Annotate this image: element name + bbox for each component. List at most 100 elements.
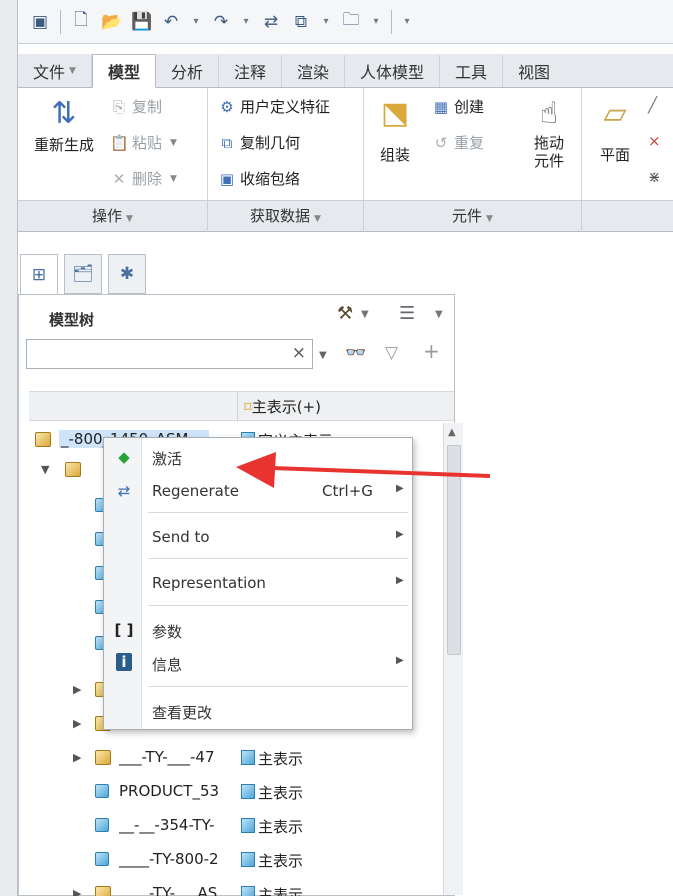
quick-access-toolbar: ▣ 🗋 📂 💾 ↶ ▾ ↷ ▾ ⇄ ⧉ ▾ 🗀 ▾ ▾: [18, 0, 673, 44]
toolbar-separator: [60, 9, 61, 34]
group-label-operations[interactable]: 操作 ▼: [18, 201, 208, 232]
copy-button[interactable]: ⎘ 复制: [110, 96, 162, 117]
tab-tools[interactable]: 工具: [440, 55, 504, 87]
repeat-button[interactable]: ↺ 重复: [432, 132, 484, 153]
filter-icon[interactable]: ▽: [385, 343, 398, 363]
group-component: ⬔ 组装 ▦ 创建 ↺ 重复 ☝ 拖动 元件: [364, 88, 582, 200]
tab-model-tree[interactable]: ⊞: [20, 254, 58, 296]
close-window-icon[interactable]: 🗀: [341, 7, 361, 36]
customize-toolbar-icon[interactable]: ▾: [402, 16, 412, 27]
expand-icon[interactable]: ▶: [73, 751, 81, 764]
assemble-button[interactable]: ⬔ 组装: [372, 94, 418, 165]
tree-row[interactable]: ▶ ___-TY-___-47 主表示: [19, 743, 424, 773]
tab-favorites[interactable]: ✱: [108, 254, 146, 294]
tree-row[interactable]: ▶ ____-TY-___AS 主表示: [19, 879, 424, 896]
tab-folder-browser[interactable]: 🗂: [64, 254, 102, 294]
scroll-up-icon[interactable]: ▲: [448, 427, 456, 438]
menu-separator: [148, 558, 408, 559]
regenerate-button[interactable]: ⇅ 重新生成: [26, 94, 102, 155]
binoculars-icon[interactable]: 👓: [345, 343, 366, 363]
menu-item-activate[interactable]: ◆ 激活: [104, 442, 412, 472]
axis-icon[interactable]: ╱: [648, 96, 657, 114]
tab-view[interactable]: 视图: [503, 55, 565, 87]
user-defined-feature-button[interactable]: ⚙ 用户定义特征: [218, 96, 330, 117]
tree-row[interactable]: __-__-354-TY- 主表示: [19, 811, 424, 841]
copy-icon: ⎘: [112, 97, 125, 116]
regenerate-label: 重新生成: [33, 136, 94, 154]
submenu-arrow-icon: ▶: [396, 575, 404, 586]
group-label-component[interactable]: 元件 ▼: [364, 201, 582, 232]
tab-model[interactable]: 模型: [91, 54, 156, 88]
create-label: 创建: [454, 98, 485, 116]
plane-button[interactable]: ▱ 平面: [590, 94, 640, 165]
assembly-icon: [65, 462, 81, 477]
save-icon[interactable]: 💾: [131, 12, 152, 32]
parameters-icon: [ ]: [114, 621, 134, 639]
undo-dropdown-icon[interactable]: ▾: [191, 16, 201, 27]
drag-components-button[interactable]: ☝ 拖动 元件: [524, 94, 574, 170]
tree-settings-icon[interactable]: ⚒: [337, 303, 353, 324]
tab-annotate[interactable]: 注释: [219, 55, 282, 87]
udf-label: 用户定义特征: [240, 98, 331, 116]
assemble-label: 组装: [379, 146, 410, 164]
tree-column-header: ⌑主表示(+): [29, 391, 454, 422]
tab-analysis[interactable]: 分析: [156, 55, 219, 87]
chevron-down-icon[interactable]: ▼: [319, 350, 327, 361]
windows-icon[interactable]: ⧉: [291, 12, 311, 32]
chevron-down-icon[interactable]: ▼: [361, 309, 369, 320]
delete-button[interactable]: ✕ 删除 ▼: [110, 168, 177, 189]
regenerate-icon[interactable]: ⇄: [261, 12, 281, 32]
scrollbar-thumb[interactable]: [447, 445, 461, 655]
row-name: ____-TY-800-2: [119, 850, 219, 868]
close-dropdown-icon[interactable]: ▾: [371, 16, 381, 27]
open-folder-icon[interactable]: 📂: [101, 12, 122, 32]
menu-item-regenerate[interactable]: ⇄ Regenerate Ctrl+G ▶: [104, 476, 412, 506]
clear-icon[interactable]: ×: [292, 343, 306, 363]
delete-icon: ✕: [112, 169, 126, 188]
column-header-rep[interactable]: ⌑主表示(+): [237, 392, 437, 422]
show-icon[interactable]: ☰: [399, 303, 415, 324]
chevron-down-icon[interactable]: ▼: [435, 309, 443, 320]
add-icon[interactable]: +: [423, 339, 440, 363]
tab-manikin[interactable]: 人体模型: [345, 55, 441, 87]
search-input[interactable]: ×: [26, 339, 313, 369]
csys-icon[interactable]: ⋇: [648, 168, 661, 186]
group-get-data: ⚙ 用户定义特征 ⧉ 复制几何 ▣ 收缩包络: [208, 88, 364, 200]
shrinkwrap-label: 收缩包络: [240, 170, 301, 188]
copy-geometry-icon: ⧉: [221, 133, 233, 152]
new-file-icon[interactable]: 🗋: [71, 7, 91, 36]
menu-item-label: 信息: [152, 656, 183, 674]
folder-icon: 🗂: [72, 264, 94, 284]
menu-item-parameters[interactable]: [ ] 参数: [104, 615, 412, 645]
create-button[interactable]: ▦ 创建: [432, 96, 484, 117]
tree-row[interactable]: PRODUCT_53 主表示: [19, 777, 424, 807]
menu-item-view-changes[interactable]: 查看更改: [104, 696, 412, 726]
undo-icon[interactable]: ↶: [161, 12, 181, 32]
shrinkwrap-button[interactable]: ▣ 收缩包络: [218, 168, 300, 189]
tree-scrollbar[interactable]: ▲: [443, 423, 463, 895]
app-icon[interactable]: ▣: [30, 12, 50, 32]
submenu-arrow-icon: ▶: [396, 655, 404, 666]
menu-item-send-to[interactable]: Send to ▶: [104, 522, 412, 552]
collapse-icon[interactable]: ▼: [41, 463, 49, 476]
point-icon[interactable]: ×: [648, 132, 661, 150]
tree-row[interactable]: ____-TY-800-2 主表示: [19, 845, 424, 875]
rep-icon: ⌑: [244, 398, 252, 416]
redo-icon[interactable]: ↷: [211, 12, 231, 32]
tab-render[interactable]: 渲染: [282, 55, 345, 87]
menu-item-info[interactable]: i 信息 ▶: [104, 648, 412, 678]
left-frame-edge: [0, 0, 18, 896]
expand-icon[interactable]: ▶: [73, 683, 81, 696]
copy-geometry-button[interactable]: ⧉ 复制几何: [218, 132, 300, 153]
ribbon-group-labels: 操作 ▼ 获取数据 ▼ 元件 ▼: [18, 200, 673, 232]
group-label-get-data[interactable]: 获取数据 ▼: [208, 201, 364, 232]
favorites-icon: ✱: [119, 264, 135, 284]
menu-separator: [148, 512, 408, 513]
expand-icon[interactable]: ▶: [73, 717, 81, 730]
paste-button[interactable]: 📋 粘贴 ▼: [110, 132, 177, 153]
menu-item-representation[interactable]: Representation ▶: [104, 568, 412, 598]
tab-file[interactable]: 文件 ▼: [18, 55, 92, 87]
redo-dropdown-icon[interactable]: ▾: [241, 16, 251, 27]
expand-icon[interactable]: ▶: [73, 887, 81, 896]
windows-dropdown-icon[interactable]: ▾: [321, 16, 331, 27]
